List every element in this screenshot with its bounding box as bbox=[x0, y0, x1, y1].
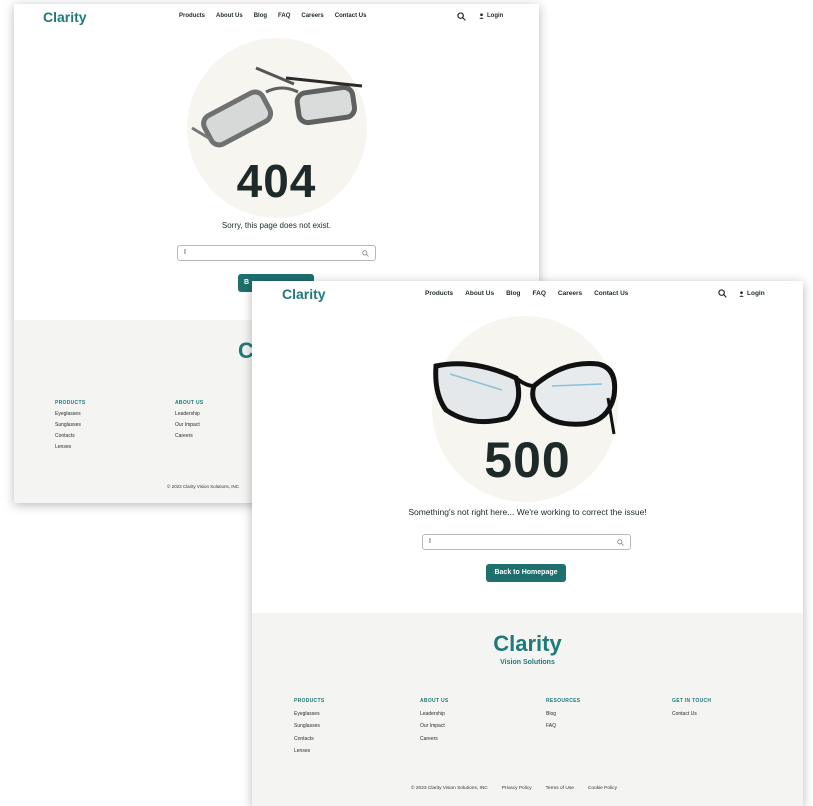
search-icon[interactable] bbox=[362, 250, 369, 257]
search-input[interactable]: I bbox=[422, 534, 631, 550]
footer-column-about-us: ABOUT US Leadership Our Impact Careers bbox=[175, 398, 204, 442]
footer-logo[interactable]: Clarity bbox=[252, 631, 803, 657]
footer-link[interactable]: FAQ bbox=[546, 720, 580, 733]
footer-link[interactable]: Contacts bbox=[294, 733, 324, 746]
footer-column-products: PRODUCTS Eyeglasses Sunglasses Contacts … bbox=[294, 695, 324, 758]
nav-links: Products About Us Blog FAQ Careers Conta… bbox=[179, 13, 366, 19]
footer-heading: PRODUCTS bbox=[55, 400, 86, 406]
error-code: 500 bbox=[484, 432, 571, 488]
footer-column-get-in-touch: GET IN TOUCH Contact Us bbox=[672, 695, 711, 720]
back-to-homepage-button[interactable]: Back to Homepage bbox=[486, 564, 566, 582]
login-button[interactable]: Login bbox=[739, 290, 765, 297]
eyeglasses-image bbox=[433, 360, 618, 435]
footer-link[interactable]: Lenses bbox=[294, 745, 324, 758]
footer-link[interactable]: Leadership bbox=[420, 708, 449, 721]
footer-link[interactable]: Careers bbox=[175, 431, 204, 442]
footer-heading: PRODUCTS bbox=[294, 698, 325, 704]
nav-link-blog[interactable]: Blog bbox=[254, 13, 267, 19]
footer-link[interactable]: Eyeglasses bbox=[294, 708, 324, 721]
user-icon bbox=[739, 290, 744, 297]
top-nav: Clarity Products About Us Blog FAQ Caree… bbox=[252, 281, 803, 309]
nav-link-careers[interactable]: Careers bbox=[558, 290, 582, 297]
footer: Clarity Vision Solutions PRODUCTS Eyegla… bbox=[252, 613, 803, 806]
footer-link[interactable]: Sunglasses bbox=[294, 720, 324, 733]
footer-column-resources: RESOURCES Blog FAQ bbox=[546, 695, 580, 733]
search-icon[interactable] bbox=[457, 12, 466, 21]
user-icon bbox=[479, 13, 484, 19]
copyright: © 2023 Clarity Vision Solutions, INC bbox=[167, 484, 239, 489]
search-icon[interactable] bbox=[718, 289, 727, 298]
nav-link-contact-us[interactable]: Contact Us bbox=[594, 290, 628, 297]
nav-link-faq[interactable]: FAQ bbox=[533, 290, 546, 297]
nav-link-about-us[interactable]: About Us bbox=[465, 290, 494, 297]
footer-link[interactable]: Eyeglasses bbox=[55, 409, 85, 420]
search-input-value: I bbox=[184, 249, 186, 256]
search-input-value: I bbox=[429, 538, 431, 545]
error-message: Sorry, this page does not exist. bbox=[221, 221, 332, 230]
privacy-policy-link[interactable]: Privacy Policy bbox=[502, 786, 532, 791]
login-button[interactable]: Login bbox=[479, 13, 503, 19]
terms-of-use-link[interactable]: Terms of Use bbox=[546, 786, 574, 791]
nav-link-faq[interactable]: FAQ bbox=[278, 13, 290, 19]
nav-link-products[interactable]: Products bbox=[425, 290, 453, 297]
brand-logo[interactable]: Clarity bbox=[282, 286, 326, 302]
nav-link-about-us[interactable]: About Us bbox=[216, 13, 243, 19]
nav-link-contact-us[interactable]: Contact Us bbox=[335, 13, 367, 19]
nav-link-products[interactable]: Products bbox=[179, 13, 205, 19]
footer-heading: RESOURCES bbox=[546, 698, 581, 704]
cookie-policy-link[interactable]: Cookie Policy bbox=[588, 786, 617, 791]
error-code: 404 bbox=[236, 155, 317, 207]
error-message: Something's not right here... We're work… bbox=[408, 507, 647, 517]
copyright-text: © 2023 Clarity Vision Solutions, INC bbox=[411, 786, 488, 791]
top-nav: Clarity Products About Us Blog FAQ Caree… bbox=[14, 4, 539, 30]
footer-link[interactable]: Leadership bbox=[175, 409, 204, 420]
login-label: Login bbox=[747, 290, 765, 297]
footer-link[interactable]: Our Impact bbox=[175, 420, 204, 431]
brand-logo[interactable]: Clarity bbox=[43, 9, 87, 25]
eyeglasses-image bbox=[191, 66, 363, 148]
search-input[interactable]: I bbox=[177, 245, 376, 261]
footer-link[interactable]: Blog bbox=[546, 708, 580, 721]
footer-legal: © 2023 Clarity Vision Solutions, INC Pri… bbox=[411, 786, 617, 791]
footer-heading: ABOUT US bbox=[420, 698, 449, 704]
footer-link[interactable]: Our Impact bbox=[420, 720, 449, 733]
footer-heading: ABOUT US bbox=[175, 400, 204, 406]
footer-column-products: PRODUCTS Eyeglasses Sunglasses Contacts … bbox=[55, 398, 85, 453]
nav-link-blog[interactable]: Blog bbox=[506, 290, 520, 297]
footer-tagline: Vision Solutions bbox=[500, 659, 555, 666]
error-500-screenshot: Clarity Products About Us Blog FAQ Caree… bbox=[252, 281, 803, 806]
footer-link[interactable]: Careers bbox=[420, 733, 449, 746]
nav-link-careers[interactable]: Careers bbox=[301, 13, 323, 19]
footer-link[interactable]: Contacts bbox=[55, 431, 85, 442]
footer-link[interactable]: Lenses bbox=[55, 442, 85, 453]
footer-heading: GET IN TOUCH bbox=[672, 698, 712, 704]
copyright-text: © 2023 Clarity Vision Solutions, INC bbox=[167, 484, 240, 489]
login-label: Login bbox=[487, 13, 504, 19]
footer-link[interactable]: Contact Us bbox=[672, 708, 711, 721]
footer-link[interactable]: Sunglasses bbox=[55, 420, 85, 431]
search-icon[interactable] bbox=[617, 539, 624, 546]
nav-links: Products About Us Blog FAQ Careers Conta… bbox=[425, 290, 628, 297]
footer-column-about-us: ABOUT US Leadership Our Impact Careers bbox=[420, 695, 449, 745]
